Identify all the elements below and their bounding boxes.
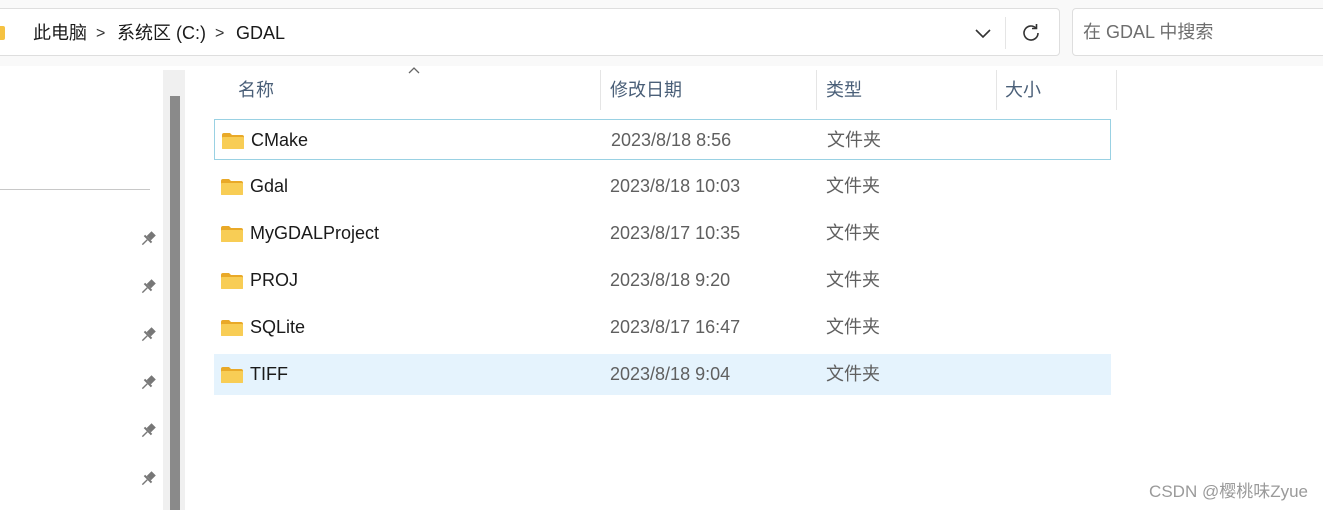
file-row[interactable]: PROJ 2023/8/18 9:20 文件夹 <box>214 260 1111 301</box>
file-type: 文件夹 <box>826 270 880 290</box>
nav-divider <box>0 189 150 190</box>
file-modified-date: 2023/8/18 8:56 <box>611 130 732 150</box>
pin-icon[interactable] <box>138 325 158 345</box>
column-header-type[interactable]: 类型 <box>826 78 862 102</box>
breadcrumb-system-drive[interactable]: 系统区 (C:) <box>117 22 206 44</box>
sort-up-icon <box>408 67 420 74</box>
address-bar[interactable]: 此电脑 > 系统区 (C:) > GDAL <box>0 8 1060 56</box>
pin-icon[interactable] <box>138 373 158 393</box>
column-header-modified[interactable]: 修改日期 <box>610 78 682 102</box>
folder-icon <box>221 367 243 383</box>
folder-icon <box>221 179 243 195</box>
pin-icon[interactable] <box>138 469 158 489</box>
pin-icon[interactable] <box>138 277 158 297</box>
folder-icon <box>0 26 5 40</box>
chevron-down-icon[interactable] <box>973 23 993 43</box>
column-divider[interactable] <box>600 70 601 110</box>
file-modified-date: 2023/8/17 16:47 <box>610 317 741 337</box>
breadcrumb-this-pc[interactable]: 此电脑 <box>33 22 87 44</box>
file-type: 文件夹 <box>826 317 880 337</box>
file-name[interactable]: CMake <box>251 129 308 151</box>
refresh-icon[interactable] <box>1019 21 1043 45</box>
folder-icon <box>221 273 243 289</box>
file-name[interactable]: SQLite <box>250 316 305 338</box>
watermark: CSDN @樱桃味Zyue <box>1149 482 1308 501</box>
breadcrumb-gdal[interactable]: GDAL <box>236 22 285 44</box>
file-type: 文件夹 <box>826 176 880 196</box>
file-modified-date: 2023/8/18 9:04 <box>610 364 731 384</box>
column-header-name[interactable]: 名称 <box>238 78 274 102</box>
file-type: 文件夹 <box>827 130 881 150</box>
column-header-size[interactable]: 大小 <box>1005 78 1041 102</box>
file-name[interactable]: TIFF <box>250 363 288 385</box>
column-divider[interactable] <box>1116 70 1117 110</box>
pin-icon[interactable] <box>138 229 158 249</box>
file-type: 文件夹 <box>826 223 880 243</box>
column-divider[interactable] <box>816 70 817 110</box>
file-modified-date: 2023/8/17 10:35 <box>610 223 741 243</box>
folder-icon <box>222 133 244 149</box>
nav-scrollbar-thumb[interactable] <box>170 96 180 510</box>
top-bar: 此电脑 > 系统区 (C:) > GDAL <box>0 0 1323 66</box>
file-name[interactable]: Gdal <box>250 175 288 197</box>
file-row[interactable]: CMake 2023/8/18 8:56 文件夹 <box>214 119 1111 160</box>
file-name[interactable]: PROJ <box>250 269 298 291</box>
divider <box>1005 17 1006 49</box>
search-box[interactable] <box>1072 8 1323 56</box>
file-row[interactable]: SQLite 2023/8/17 16:47 文件夹 <box>214 307 1111 348</box>
chevron-right-icon[interactable]: > <box>96 23 105 45</box>
column-divider[interactable] <box>996 70 997 110</box>
folder-icon <box>221 320 243 336</box>
file-type: 文件夹 <box>826 364 880 384</box>
file-row[interactable]: Gdal 2023/8/18 10:03 文件夹 <box>214 166 1111 207</box>
file-modified-date: 2023/8/18 9:20 <box>610 270 731 290</box>
chevron-right-icon[interactable]: > <box>215 23 224 45</box>
pin-icon[interactable] <box>138 421 158 441</box>
file-row[interactable]: MyGDALProject 2023/8/17 10:35 文件夹 <box>214 213 1111 254</box>
file-row[interactable]: TIFF 2023/8/18 9:04 文件夹 <box>214 354 1111 395</box>
file-name[interactable]: MyGDALProject <box>250 222 379 244</box>
search-input[interactable] <box>1073 9 1323 55</box>
folder-icon <box>221 226 243 242</box>
file-modified-date: 2023/8/18 10:03 <box>610 176 741 196</box>
